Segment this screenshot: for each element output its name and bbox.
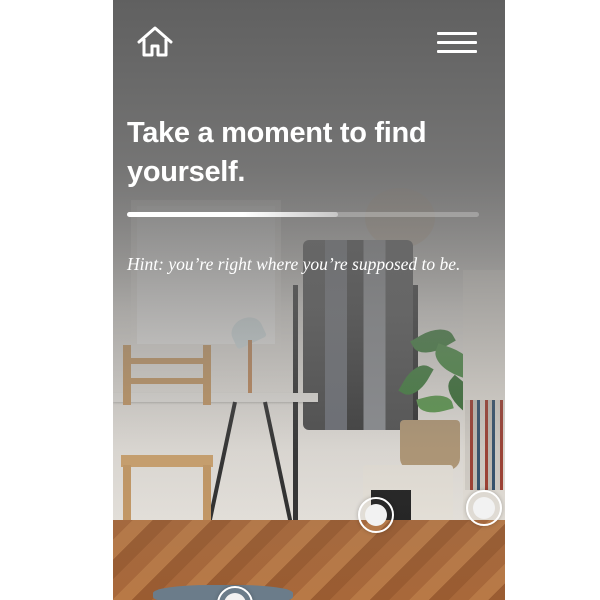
- menu-button[interactable]: [437, 32, 477, 54]
- progress-bar: [127, 212, 479, 217]
- hamburger-menu-icon: [437, 32, 477, 35]
- hotspot-bookshelf[interactable]: [466, 490, 502, 526]
- hotspot-cabinet[interactable]: [358, 497, 394, 533]
- page-title: Take a moment to find yourself.: [127, 117, 427, 188]
- app-screen: Take a moment to find yourself. Hint: yo…: [113, 0, 505, 600]
- progress-bar-fill: [127, 212, 339, 217]
- home-icon: [137, 26, 173, 57]
- background-gradient-overlay: [113, 0, 505, 600]
- home-button[interactable]: [135, 24, 175, 60]
- hint-text: Hint: you’re right where you’re supposed…: [127, 254, 461, 274]
